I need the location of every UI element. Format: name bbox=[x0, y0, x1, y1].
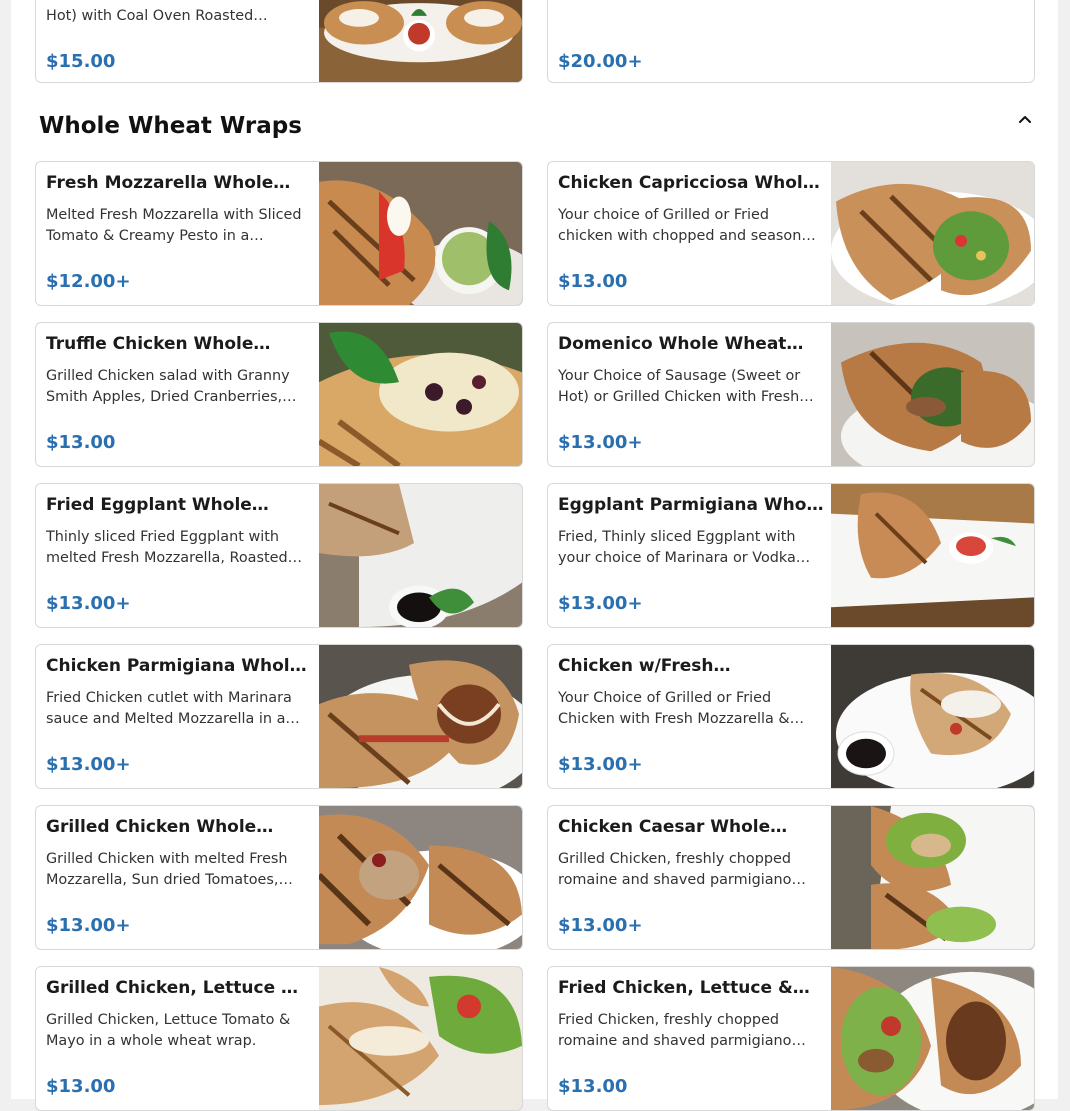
menu-item-price: $13.00+ bbox=[46, 915, 131, 936]
menu-item-title: Grilled Chicken, Lettuce … bbox=[46, 978, 299, 998]
menu-item-photo bbox=[319, 967, 522, 1110]
menu-item-description: Grilled Chicken, Lettuce Tomato & Mayo i… bbox=[46, 1012, 291, 1049]
menu-item-info: $20.00+ bbox=[558, 0, 824, 82]
menu-item-photo bbox=[831, 162, 1034, 305]
menu-item-price: $13.00+ bbox=[558, 593, 643, 614]
menu-item-card[interactable]: Grilled Chicken Whole… Grilled Chicken w… bbox=[35, 805, 523, 950]
menu-item-card[interactable]: Fried Chicken, Lettuce &… Fried Chicken,… bbox=[547, 966, 1035, 1111]
menu-item-photo bbox=[319, 0, 522, 82]
menu-item-price: $13.00+ bbox=[558, 432, 643, 453]
menu-item-title: Fried Chicken, Lettuce &… bbox=[558, 978, 810, 998]
menu-item-price: $12.00+ bbox=[46, 271, 131, 292]
menu-item-card[interactable]: Hot) with Coal Oven Roasted… $15.00 bbox=[35, 0, 523, 83]
menu-item-info: Fresh Mozzarella Whole… Melted Fresh Moz… bbox=[46, 162, 312, 305]
menu-item-info: Chicken Caesar Whole… Grilled Chicken, f… bbox=[558, 806, 824, 949]
menu-item-info: Fried Chicken, Lettuce &… Fried Chicken,… bbox=[558, 967, 824, 1110]
menu-item-card[interactable]: Fried Eggplant Whole… Thinly sliced Frie… bbox=[35, 483, 523, 628]
menu-item-info: Chicken Capricciosa Whol… Your choice of… bbox=[558, 162, 824, 305]
menu-item-description: Your Choice of Grilled or Fried Chicken … bbox=[558, 690, 805, 727]
menu-item-info: Domenico Whole Wheat… Your Choice of Sau… bbox=[558, 323, 824, 466]
menu-item-price: $13.00 bbox=[558, 271, 628, 292]
menu-item-price: $13.00+ bbox=[46, 593, 131, 614]
menu-item-card[interactable]: Chicken Capricciosa Whol… Your choice of… bbox=[547, 161, 1035, 306]
menu-item-description: Fried, Thinly sliced Eggplant with your … bbox=[558, 529, 811, 566]
menu-item-price: $20.00+ bbox=[558, 51, 643, 72]
menu-item-info: Grilled Chicken, Lettuce … Grilled Chick… bbox=[46, 967, 312, 1110]
menu-item-title: Truffle Chicken Whole… bbox=[46, 334, 271, 354]
menu-item-info: Fried Eggplant Whole… Thinly sliced Frie… bbox=[46, 484, 312, 627]
menu-item-photo bbox=[831, 806, 1034, 949]
menu-item-card[interactable]: $20.00+ bbox=[547, 0, 1035, 83]
menu-item-title: Domenico Whole Wheat… bbox=[558, 334, 804, 354]
menu-item-photo bbox=[831, 323, 1034, 466]
menu-item-info: Truffle Chicken Whole… Grilled Chicken s… bbox=[46, 323, 312, 466]
section-title: Whole Wheat Wraps bbox=[39, 113, 302, 139]
menu-item-title: Chicken Caesar Whole… bbox=[558, 817, 788, 837]
menu-item-title: Grilled Chicken Whole… bbox=[46, 817, 274, 837]
menu-item-info: Eggplant Parmigiana Who… Fried, Thinly s… bbox=[558, 484, 824, 627]
collapse-section-button[interactable] bbox=[1014, 108, 1036, 130]
menu-item-description: Grilled Chicken, freshly chopped romaine… bbox=[558, 851, 806, 888]
menu-item-price: $13.00+ bbox=[46, 754, 131, 775]
menu-item-title: Fried Eggplant Whole… bbox=[46, 495, 269, 515]
menu-item-photo bbox=[319, 806, 522, 949]
menu-item-photo bbox=[319, 323, 522, 466]
menu-item-description: Your Choice of Sausage (Sweet or Hot) or… bbox=[558, 368, 814, 405]
menu-item-info: Chicken Parmigiana Whol… Fried Chicken c… bbox=[46, 645, 312, 788]
menu-item-title: Chicken w/Fresh… bbox=[558, 656, 731, 676]
menu-item-price: $13.00 bbox=[46, 432, 116, 453]
menu-item-title: Chicken Parmigiana Whol… bbox=[46, 656, 307, 676]
menu-item-description: Your choice of Grilled or Fried chicken … bbox=[558, 207, 820, 244]
menu-item-card[interactable]: Chicken Caesar Whole… Grilled Chicken, f… bbox=[547, 805, 1035, 950]
menu-item-title: Fresh Mozzarella Whole… bbox=[46, 173, 291, 193]
menu-item-info: Hot) with Coal Oven Roasted… $15.00 bbox=[46, 0, 312, 82]
menu-item-photo bbox=[319, 162, 522, 305]
menu-item-title: Eggplant Parmigiana Who… bbox=[558, 495, 824, 515]
menu-item-card[interactable]: Eggplant Parmigiana Who… Fried, Thinly s… bbox=[547, 483, 1035, 628]
menu-item-info: Chicken w/Fresh… Your Choice of Grilled … bbox=[558, 645, 824, 788]
menu-item-card[interactable]: Chicken w/Fresh… Your Choice of Grilled … bbox=[547, 644, 1035, 789]
menu-item-photo bbox=[319, 645, 522, 788]
menu-item-description: Melted Fresh Mozzarella with Sliced Toma… bbox=[46, 207, 302, 244]
menu-item-info: Grilled Chicken Whole… Grilled Chicken w… bbox=[46, 806, 312, 949]
menu-item-title: Chicken Capricciosa Whol… bbox=[558, 173, 820, 193]
menu-item-price: $13.00+ bbox=[558, 915, 643, 936]
menu-item-card[interactable]: Fresh Mozzarella Whole… Melted Fresh Moz… bbox=[35, 161, 523, 306]
menu-item-price: $13.00+ bbox=[558, 754, 643, 775]
menu-item-description: Grilled Chicken salad with Granny Smith … bbox=[46, 368, 290, 405]
menu-item-card[interactable]: Chicken Parmigiana Whol… Fried Chicken c… bbox=[35, 644, 523, 789]
menu-item-card[interactable]: Truffle Chicken Whole… Grilled Chicken s… bbox=[35, 322, 523, 467]
menu-item-photo bbox=[319, 484, 522, 627]
menu-item-description: Fried Chicken, freshly chopped romaine a… bbox=[558, 1012, 806, 1049]
menu-page: Hot) with Coal Oven Roasted… $15.00 $20.… bbox=[11, 0, 1058, 1111]
menu-item-photo bbox=[831, 967, 1034, 1110]
menu-item-price: $13.00 bbox=[46, 1076, 116, 1097]
menu-item-photo bbox=[831, 484, 1034, 627]
menu-item-card[interactable]: Grilled Chicken, Lettuce … Grilled Chick… bbox=[35, 966, 523, 1111]
menu-item-description: Fried Chicken cutlet with Marinara sauce… bbox=[46, 690, 300, 727]
menu-item-description: Grilled Chicken with melted Fresh Mozzar… bbox=[46, 851, 288, 888]
menu-item-price: $13.00 bbox=[558, 1076, 628, 1097]
chevron-up-icon bbox=[1019, 116, 1031, 123]
menu-item-card[interactable]: Domenico Whole Wheat… Your Choice of Sau… bbox=[547, 322, 1035, 467]
menu-item-description: Hot) with Coal Oven Roasted… bbox=[46, 8, 268, 24]
menu-item-photo bbox=[831, 645, 1034, 788]
menu-item-price: $15.00 bbox=[46, 51, 116, 72]
menu-item-description: Thinly sliced Fried Eggplant with melted… bbox=[46, 529, 303, 566]
